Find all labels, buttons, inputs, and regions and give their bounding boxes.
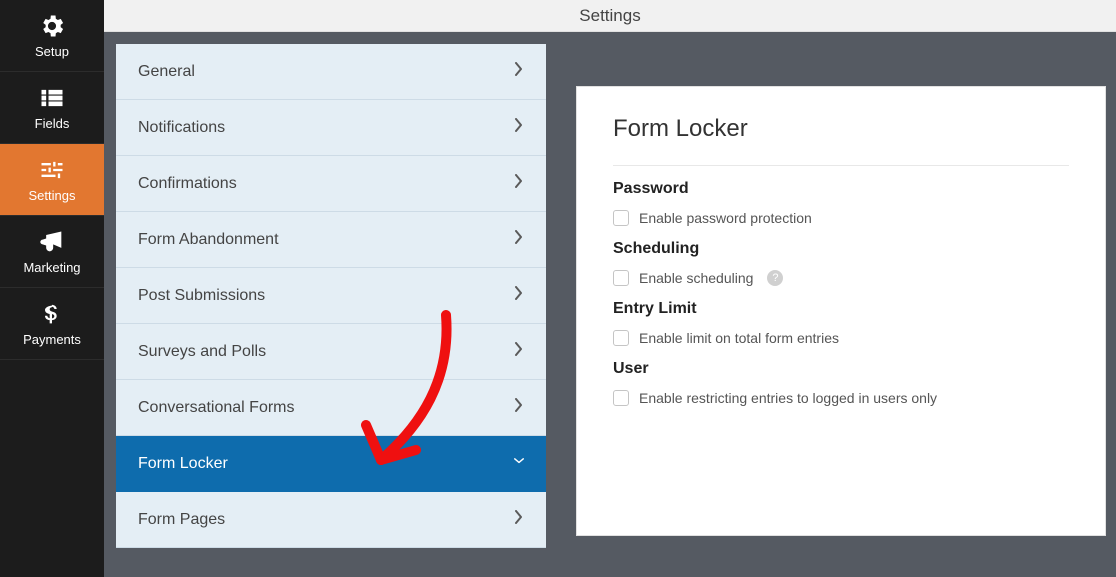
- nav-label-marketing: Marketing: [23, 260, 80, 275]
- bullhorn-icon: [38, 228, 66, 256]
- settings-item-conversational-forms[interactable]: Conversational Forms: [116, 380, 546, 436]
- page-header: Settings: [104, 0, 1116, 32]
- left-nav: Setup Fields Settings Marketing Payments: [0, 0, 104, 577]
- help-icon[interactable]: ?: [767, 270, 783, 286]
- section-password: Password Enable password protection: [613, 180, 1069, 226]
- checkbox-label-user[interactable]: Enable restricting entries to logged in …: [639, 390, 937, 406]
- checkbox-password[interactable]: [613, 210, 629, 226]
- settings-item-form-pages[interactable]: Form Pages: [116, 492, 546, 548]
- nav-label-fields: Fields: [35, 116, 70, 131]
- settings-item-surveys-and-polls[interactable]: Surveys and Polls: [116, 324, 546, 380]
- nav-item-setup[interactable]: Setup: [0, 0, 104, 72]
- checkbox-row-scheduling: Enable scheduling ?: [613, 270, 1069, 286]
- chevron-right-icon: [514, 342, 524, 361]
- settings-item-label: General: [138, 63, 195, 81]
- form-locker-card: Form Locker Password Enable password pro…: [576, 86, 1106, 536]
- nav-label-setup: Setup: [35, 44, 69, 59]
- sliders-icon: [38, 156, 66, 184]
- section-heading-password: Password: [613, 180, 1069, 198]
- nav-item-settings[interactable]: Settings: [0, 144, 104, 216]
- checkbox-row-entry-limit: Enable limit on total form entries: [613, 330, 1069, 346]
- gear-icon: [38, 12, 66, 40]
- nav-item-marketing[interactable]: Marketing: [0, 216, 104, 288]
- list-icon: [38, 84, 66, 112]
- page-title: Settings: [579, 6, 640, 26]
- chevron-right-icon: [514, 286, 524, 305]
- checkbox-entry-limit[interactable]: [613, 330, 629, 346]
- section-scheduling: Scheduling Enable scheduling ?: [613, 240, 1069, 286]
- settings-item-post-submissions[interactable]: Post Submissions: [116, 268, 546, 324]
- card-title: Form Locker: [613, 115, 1069, 166]
- settings-item-label: Form Abandonment: [138, 231, 279, 249]
- section-user: User Enable restricting entries to logge…: [613, 360, 1069, 406]
- settings-item-form-abandonment[interactable]: Form Abandonment: [116, 212, 546, 268]
- nav-item-fields[interactable]: Fields: [0, 72, 104, 144]
- checkbox-row-password: Enable password protection: [613, 210, 1069, 226]
- settings-item-notifications[interactable]: Notifications: [116, 100, 546, 156]
- settings-item-form-locker[interactable]: Form Locker: [116, 436, 546, 492]
- section-heading-scheduling: Scheduling: [613, 240, 1069, 258]
- chevron-right-icon: [514, 174, 524, 193]
- checkbox-scheduling[interactable]: [613, 270, 629, 286]
- settings-item-label: Conversational Forms: [138, 399, 295, 417]
- checkbox-row-user: Enable restricting entries to logged in …: [613, 390, 1069, 406]
- settings-list: General Notifications Confirmations Form…: [116, 44, 546, 548]
- settings-item-general[interactable]: General: [116, 44, 546, 100]
- checkbox-label-entry-limit[interactable]: Enable limit on total form entries: [639, 330, 839, 346]
- section-heading-user: User: [613, 360, 1069, 378]
- settings-item-label: Form Pages: [138, 511, 225, 529]
- chevron-right-icon: [514, 62, 524, 81]
- checkbox-label-password[interactable]: Enable password protection: [639, 210, 812, 226]
- section-entry-limit: Entry Limit Enable limit on total form e…: [613, 300, 1069, 346]
- settings-item-label: Post Submissions: [138, 287, 265, 305]
- section-heading-entry-limit: Entry Limit: [613, 300, 1069, 318]
- chevron-right-icon: [514, 398, 524, 417]
- nav-item-payments[interactable]: Payments: [0, 288, 104, 360]
- settings-item-label: Confirmations: [138, 175, 237, 193]
- settings-item-label: Notifications: [138, 119, 225, 137]
- chevron-down-icon: [514, 454, 524, 473]
- dollar-icon: [38, 300, 66, 328]
- chevron-right-icon: [514, 230, 524, 249]
- nav-label-payments: Payments: [23, 332, 81, 347]
- checkbox-label-scheduling[interactable]: Enable scheduling: [639, 270, 753, 286]
- settings-item-label: Form Locker: [138, 455, 228, 473]
- chevron-right-icon: [514, 510, 524, 529]
- nav-label-settings: Settings: [29, 188, 76, 203]
- checkbox-user[interactable]: [613, 390, 629, 406]
- settings-item-label: Surveys and Polls: [138, 343, 266, 361]
- settings-item-confirmations[interactable]: Confirmations: [116, 156, 546, 212]
- chevron-right-icon: [514, 118, 524, 137]
